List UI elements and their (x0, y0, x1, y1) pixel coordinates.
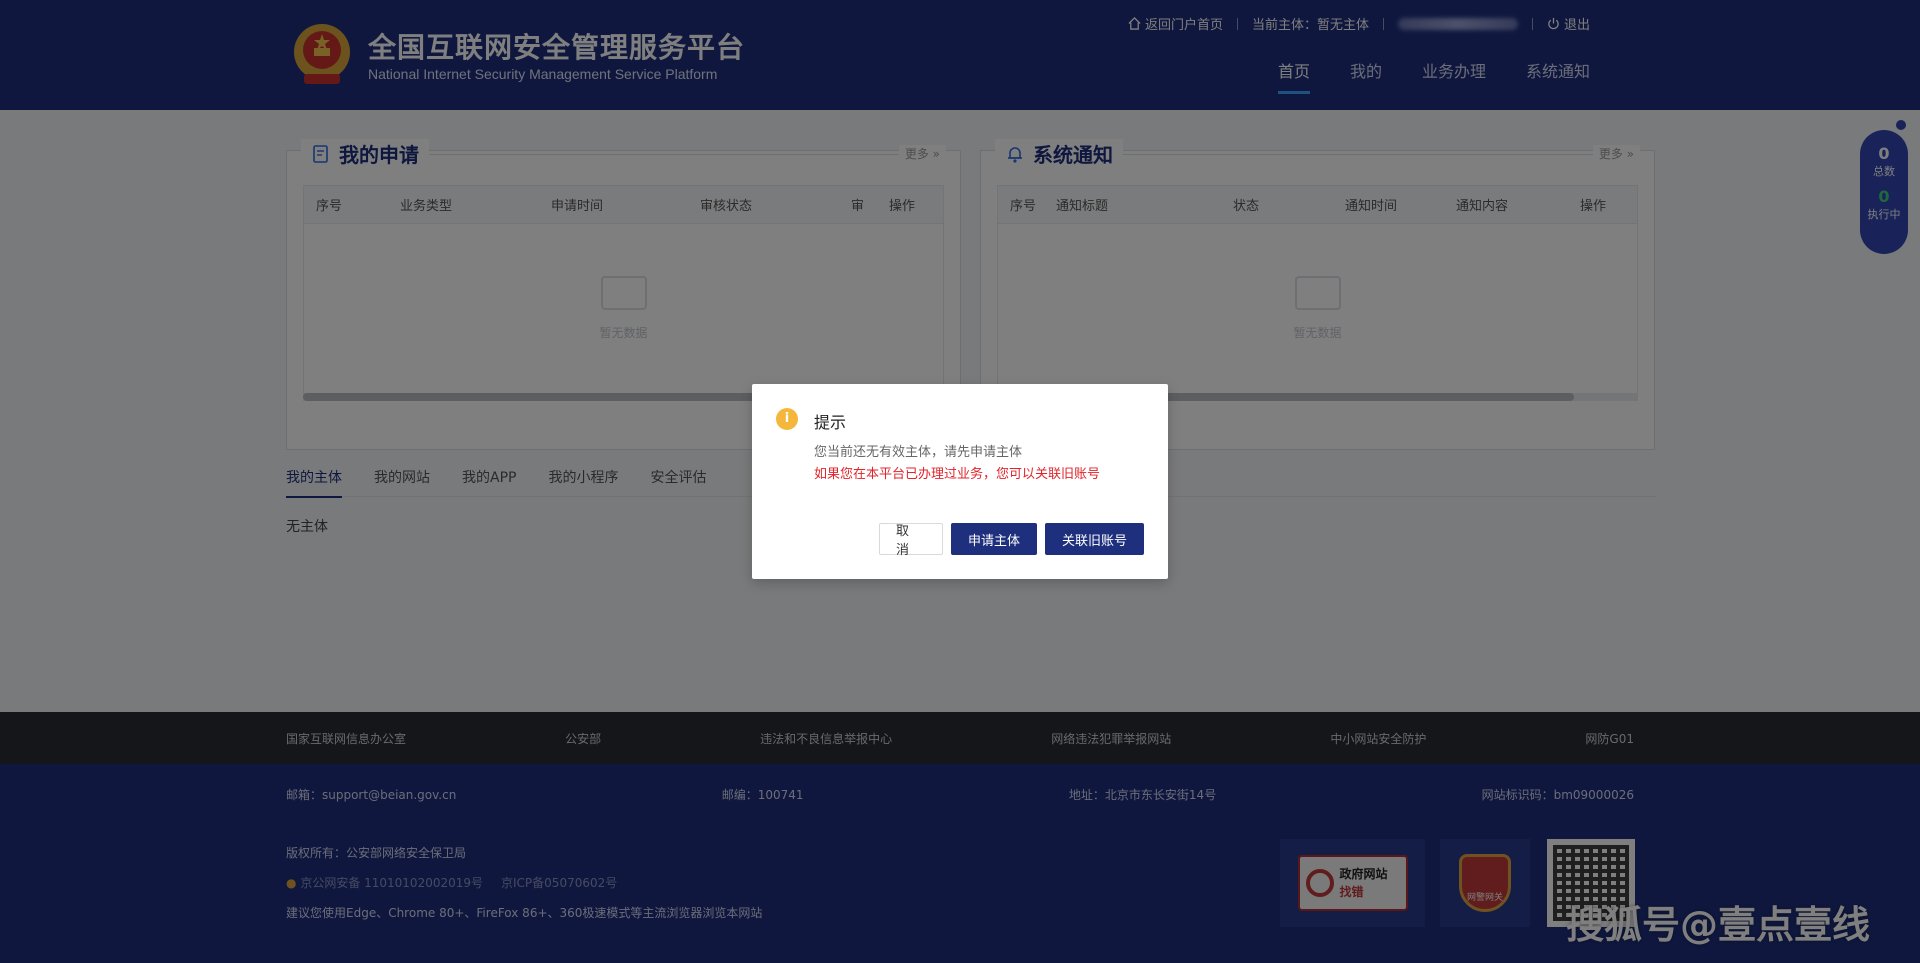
info-icon: i (776, 408, 798, 430)
dialog-warning: 如果您在本平台已办理过业务，您可以关联旧账号 (814, 467, 1101, 482)
dialog-buttons: 取 消 申请主体 关联旧账号 (878, 523, 1144, 558)
dialog-title: 提示 (814, 413, 847, 432)
cancel-button[interactable]: 取 消 (878, 523, 943, 558)
apply-entity-button[interactable]: 申请主体 (950, 523, 1037, 555)
prompt-dialog: i 提示 您当前还无有效主体，请先申请主体 如果您在本平台已办理过业务，您可以关… (752, 384, 1168, 579)
dialog-message: 您当前还无有效主体，请先申请主体 (814, 445, 1023, 460)
link-old-account-button[interactable]: 关联旧账号 (1044, 523, 1144, 555)
